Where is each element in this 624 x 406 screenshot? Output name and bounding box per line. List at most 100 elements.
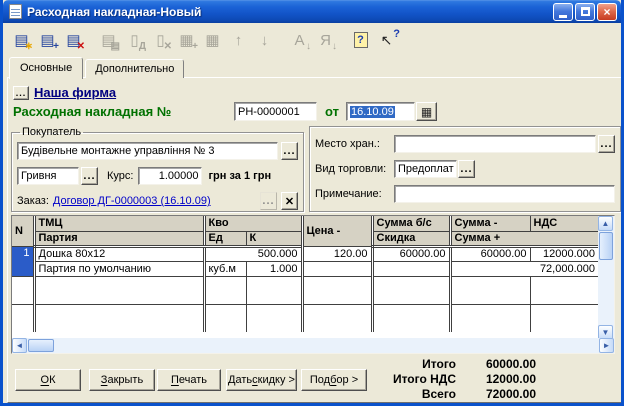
storage-field[interactable]: [394, 135, 596, 153]
close-button[interactable]: ×: [597, 2, 617, 21]
item-discount-cell[interactable]: [300, 260, 372, 276]
minimize-button[interactable]: [553, 2, 573, 21]
scroll-right-icon[interactable]: ►: [599, 338, 614, 353]
storage-browse-button[interactable]: ...: [598, 135, 615, 153]
document-date-field[interactable]: 16.10.09: [346, 102, 415, 121]
buyer-groupbox: Покупатель Будівельне монтажне управлінн…: [11, 126, 304, 212]
move-up-icon: ↑: [234, 31, 243, 49]
horizontal-scrollbar[interactable]: ◄ ►: [12, 338, 614, 353]
window-title: Расходная накладная-Новый: [27, 4, 202, 19]
details-groupbox: Место хран.: ... Вид торговли: Предоплат…: [309, 126, 621, 212]
window-controls: ×: [553, 2, 617, 21]
firm-row: ... Наша фирма: [13, 85, 116, 100]
row-number-cell[interactable]: 1: [12, 245, 34, 276]
col-header-n: N: [12, 216, 34, 246]
trade-type-label: Вид торговли:: [315, 163, 387, 175]
note-row: Примечание:: [315, 185, 615, 203]
help-icon[interactable]: ?: [350, 30, 371, 51]
total-value: 60000.00: [485, 357, 536, 371]
sort-descending-icon: Я ↓: [320, 31, 337, 52]
document-number-field[interactable]: РН-0000001: [234, 102, 317, 121]
tab-page-main: ... Наша фирма Расходная накладная № РН-…: [7, 77, 621, 403]
order-browse-button[interactable]: ...: [260, 192, 277, 210]
item-sum-plus-cell[interactable]: 72,000.000: [448, 260, 598, 276]
maximize-button[interactable]: [575, 2, 595, 21]
col-header-sum-plus: Сумма +: [448, 230, 598, 248]
scroll-left-icon[interactable]: ◄: [12, 338, 27, 353]
calendar-icon: ▦: [420, 104, 433, 119]
tab-additional[interactable]: Дополнительно: [85, 59, 185, 78]
storage-label: Место хран.:: [315, 138, 380, 150]
firm-link[interactable]: Наша фирма: [34, 85, 116, 100]
give-discount-button[interactable]: Дать с кидку >: [226, 369, 297, 391]
total-vat-value: 12000.00: [485, 372, 536, 386]
empty-row[interactable]: [12, 275, 598, 304]
grand-total-row: Всего 72000.00: [360, 387, 536, 402]
item-vat-cell[interactable]: 12000.000: [529, 245, 598, 261]
order-link[interactable]: Договор ДГ-0000003 (16.10.09): [53, 195, 211, 207]
add-row-icon[interactable]: ▤ +: [37, 30, 59, 52]
invoice-window: Расходная накладная-Новый × ▤ ∗ ▤ + ▤ ✕ ▤ ▤ …: [0, 0, 624, 406]
vertical-scrollbar[interactable]: ▲ ▼: [598, 216, 614, 340]
item-sum-base-cell[interactable]: 60000.00: [370, 245, 450, 261]
order-row: Заказ: Договор ДГ-0000003 (16.10.09) ...…: [17, 192, 298, 210]
total-row: Итого 60000.00: [360, 357, 536, 372]
rate-field[interactable]: 1.00000: [138, 167, 203, 185]
item-coef-cell[interactable]: 1.000: [245, 260, 302, 276]
rate-label: Курс:: [107, 170, 134, 182]
item-unit-cell[interactable]: куб.м: [202, 260, 246, 276]
note-field[interactable]: [394, 185, 615, 203]
maximize-icon: [580, 7, 590, 16]
col-header-tmc: ТМЦ: [32, 216, 204, 231]
col-header-discount: Скидка: [370, 230, 450, 248]
trade-type-field[interactable]: Предоплат: [394, 160, 457, 178]
total-vat-row: Итого НДС 12000.00: [360, 372, 536, 387]
col-header-price: Цена -: [300, 216, 372, 246]
rate-units-label: грн за 1 грн: [208, 170, 272, 182]
table-settings-icon: ▦ +: [179, 31, 198, 52]
currency-field[interactable]: Гривня: [17, 167, 79, 185]
firm-browse-button[interactable]: ...: [13, 85, 29, 100]
document-title: Расходная накладная №: [13, 104, 172, 119]
item-sum-minus-cell[interactable]: 60000.00: [448, 245, 530, 261]
currency-row: Гривня ... Курс: 1.00000 грн за 1 грн: [17, 167, 298, 185]
empty-row[interactable]: [12, 303, 598, 332]
tab-strip: Основные Дополнительно: [9, 57, 186, 79]
sort-ascending-icon: А ↓: [294, 31, 311, 52]
total-vat-label: Итого НДС: [392, 372, 456, 386]
horizontal-scroll-thumb[interactable]: [28, 339, 54, 352]
col-header-vat: НДС: [529, 216, 598, 231]
buyer-browse-button[interactable]: ...: [281, 142, 298, 160]
item-party-cell[interactable]: Партия по умолчанию: [32, 260, 204, 276]
buyer-name-row: Будівельне монтажне управління № 3 ...: [17, 142, 298, 160]
pick-items-button[interactable]: Под б ор >: [301, 369, 367, 391]
scroll-up-icon[interactable]: ▲: [598, 216, 613, 231]
ok-button[interactable]: ОК: [15, 369, 81, 391]
copy-row-icon: ▤ ▤: [101, 31, 120, 52]
item-name-cell[interactable]: Дошка 80x12: [32, 245, 204, 261]
close-form-button[interactable]: Закрыть: [89, 369, 155, 391]
storage-row: Место хран.: ...: [315, 135, 615, 153]
order-label: Заказ:: [17, 195, 49, 207]
context-help-icon[interactable]: ↖?: [376, 28, 400, 51]
currency-browse-button[interactable]: ...: [81, 167, 98, 185]
delete-row-icon[interactable]: ▤ ✕: [63, 30, 85, 52]
col-header-qty: Кво: [202, 216, 302, 231]
new-row-icon[interactable]: ▤ ∗: [11, 30, 33, 52]
col-header-unit: Ед: [202, 230, 246, 248]
trade-browse-button[interactable]: ...: [458, 160, 475, 178]
titlebar[interactable]: Расходная накладная-Новый ×: [3, 0, 621, 23]
move-down-icon: ↓: [260, 31, 269, 49]
tab-main[interactable]: Основные: [9, 57, 84, 79]
vertical-scroll-thumb[interactable]: [599, 232, 613, 260]
calendar-button[interactable]: ▦: [416, 102, 437, 121]
totals-block: Итого 60000.00 Итого НДС 12000.00 Всего …: [360, 357, 536, 402]
items-grid: N ТМЦ Кво Цена - Сумма б/с Сумма - НДС П…: [11, 215, 615, 354]
buyer-name-field[interactable]: Будівельне монтажне управління № 3: [17, 142, 278, 160]
item-price-cell[interactable]: 120.00: [300, 245, 372, 261]
item-qty-cell[interactable]: 500.000: [202, 245, 302, 261]
items-table: N ТМЦ Кво Цена - Сумма б/с Сумма - НДС П…: [12, 216, 598, 332]
print-button[interactable]: Печать: [157, 369, 221, 391]
item-empty-cell[interactable]: [370, 260, 450, 276]
order-clear-button[interactable]: ✕: [281, 192, 298, 210]
